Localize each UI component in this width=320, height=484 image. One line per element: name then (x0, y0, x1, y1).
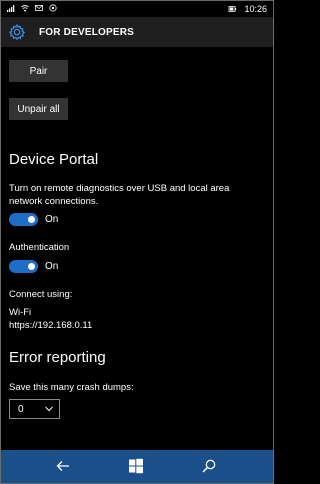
navigation-bar (1, 450, 273, 483)
clock: 10:26 (244, 4, 267, 14)
connection-url: https://192.168.0.11 (9, 320, 93, 331)
authentication-label: Authentication (9, 242, 70, 253)
toggle-knob (28, 216, 35, 223)
connect-using-label: Connect using: (9, 289, 73, 300)
pair-button[interactable]: Pair (9, 60, 68, 82)
windows-start-icon[interactable] (128, 458, 144, 474)
back-icon[interactable] (55, 458, 71, 474)
status-icons (7, 4, 57, 12)
location-icon (49, 4, 57, 12)
device-portal-description-line1: Turn on remote diagnostics over USB and … (9, 183, 230, 194)
phone-screen: 10:26 FOR DEVELOPERS Pair Unpair all Dev… (0, 0, 274, 484)
connection-type: Wi-Fi (9, 307, 32, 318)
wifi-icon (21, 5, 29, 12)
battery-icon (229, 6, 237, 12)
device-portal-toggle[interactable] (9, 213, 38, 226)
status-bar: 10:26 (1, 1, 273, 17)
device-portal-heading: Device Portal (9, 151, 99, 168)
authentication-toggle[interactable] (9, 260, 38, 273)
page-header: FOR DEVELOPERS (1, 17, 273, 47)
device-portal-toggle-state: On (45, 214, 59, 225)
device-portal-description-line2: network connections. (9, 196, 99, 207)
gear-icon (8, 23, 26, 41)
crash-dumps-label: Save this many crash dumps: (9, 382, 134, 393)
envelope-icon (35, 5, 43, 11)
chevron-down-icon (45, 406, 53, 412)
search-icon[interactable] (201, 458, 217, 474)
error-reporting-heading: Error reporting (9, 349, 106, 366)
page-title: FOR DEVELOPERS (39, 27, 135, 38)
toggle-knob (28, 263, 35, 270)
authentication-toggle-state: On (45, 261, 59, 272)
crash-dumps-value: 0 (18, 404, 24, 415)
status-right: 10:26 (227, 4, 267, 14)
signal-icon (7, 5, 15, 12)
unpair-all-button[interactable]: Unpair all (9, 98, 68, 120)
crash-dumps-dropdown[interactable]: 0 (9, 399, 60, 419)
